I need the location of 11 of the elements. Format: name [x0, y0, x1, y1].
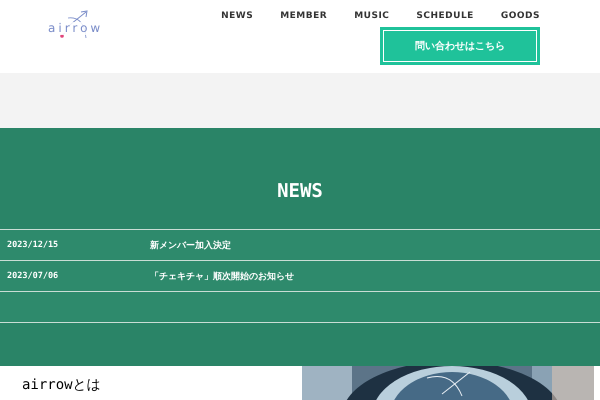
nav-link[interactable]: MEMBER: [280, 11, 328, 21]
news-title[interactable]: 新メンバー加入決定: [150, 238, 231, 252]
nav-link[interactable]: MUSIC: [354, 11, 390, 21]
section-title: NEWS: [276, 180, 324, 202]
nav-link[interactable]: SCHEDULE: [416, 11, 474, 21]
news-title[interactable]: 「チェキチャ」順次開始のお知らせ: [150, 270, 294, 282]
news-date: 2023/07/06: [6, 271, 60, 281]
nav-link[interactable]: NEWS: [221, 11, 254, 21]
nav-link[interactable]: GOODS: [500, 11, 540, 21]
news-date: 2023/12/15: [6, 240, 60, 250]
section-heading: airrowとは: [22, 376, 101, 394]
